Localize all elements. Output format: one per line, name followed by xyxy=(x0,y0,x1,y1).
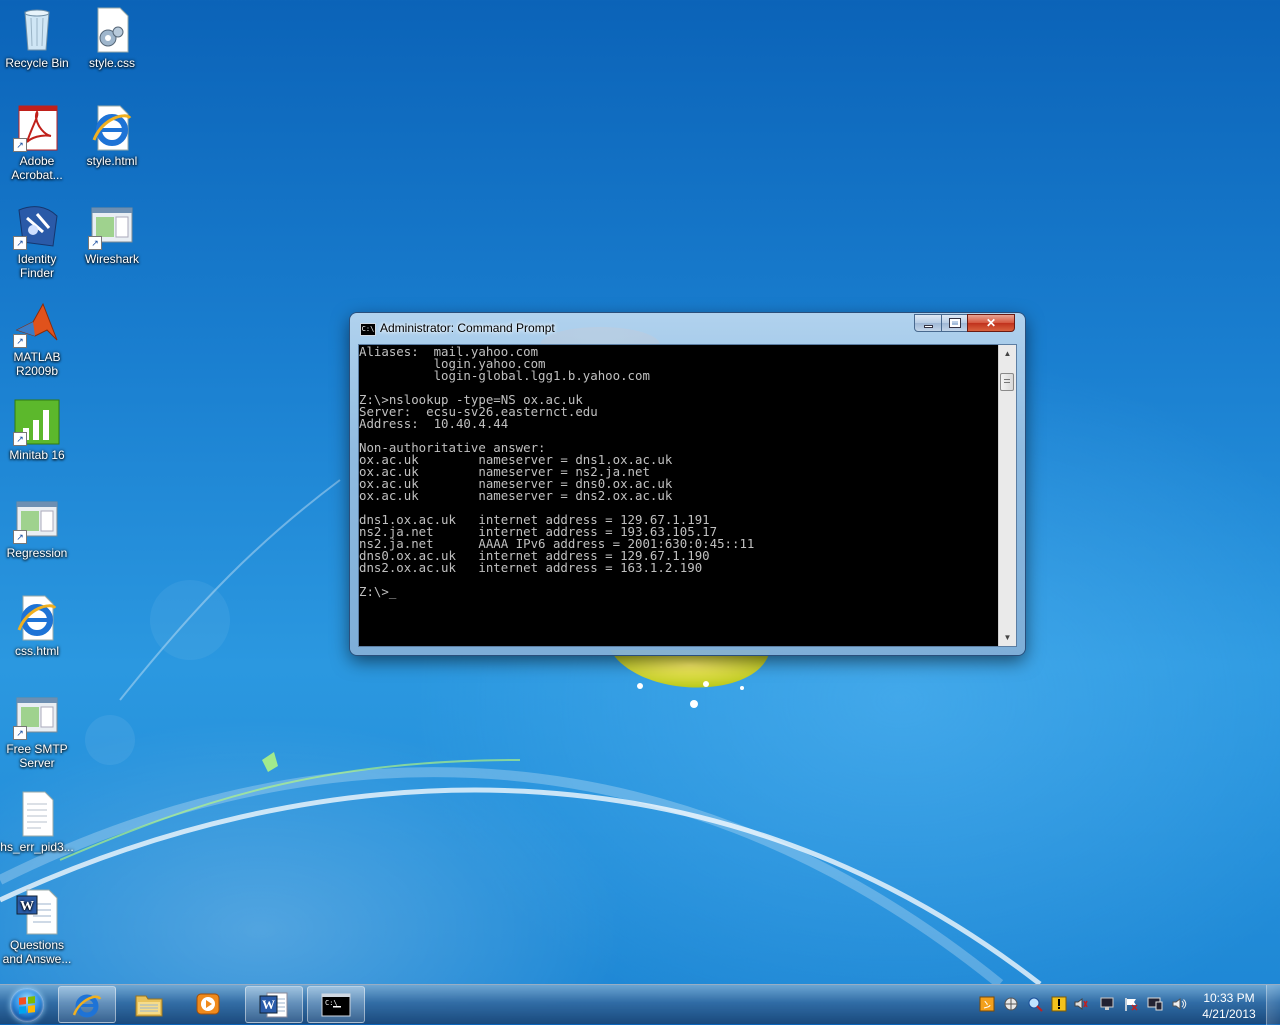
close-button[interactable]: ✕ xyxy=(967,314,1015,332)
desktop-icon-hs-err-pid[interactable]: hs_err_pid3... xyxy=(0,790,75,854)
desktop-icon-minitab[interactable]: ↗ Minitab 16 xyxy=(0,398,75,462)
wireshark-icon: ↗ xyxy=(88,202,136,250)
desktop-icon-label: Wireshark xyxy=(84,252,139,266)
display-icon[interactable] xyxy=(1147,996,1163,1012)
desktop-icon-label: Adobe Acrobat... xyxy=(11,154,63,182)
window-title: Administrator: Command Prompt xyxy=(380,321,555,335)
clock-time: 10:33 PM xyxy=(1203,991,1255,1005)
security-scan-icon[interactable] xyxy=(1027,996,1043,1012)
desktop-icon-regression[interactable]: ↗ Regression xyxy=(0,496,75,560)
svg-text:W: W xyxy=(20,899,34,914)
desktop-icon-label: style.css xyxy=(88,56,135,70)
start-button[interactable] xyxy=(2,985,52,1025)
network-icon[interactable] xyxy=(1099,996,1115,1012)
shortcut-arrow-icon: ↗ xyxy=(13,530,27,544)
desktop-icon-label: Regression xyxy=(6,546,68,560)
desktop-icon-adobe-acrobat[interactable]: ↗ Adobe Acrobat... xyxy=(0,104,75,182)
minitab-icon: ↗ xyxy=(13,398,61,446)
show-desktop-button[interactable] xyxy=(1266,985,1280,1025)
speaker-icon[interactable] xyxy=(1073,996,1089,1012)
ie-file-icon xyxy=(88,104,136,152)
recycle-bin-icon xyxy=(13,6,61,54)
identity-finder-icon: ↗ xyxy=(13,202,61,250)
window-titlebar[interactable]: C:\ Administrator: Command Prompt ✕ xyxy=(350,313,1025,343)
desktop-icon-label: Questions and Answe... xyxy=(2,938,72,966)
adobe-acrobat-icon: ↗ xyxy=(13,104,61,152)
desktop-icon-questions-and-answers[interactable]: W Questions and Answe... xyxy=(0,888,75,966)
cmd-icon-text: C:\ xyxy=(325,999,338,1007)
desktop-icon-label: Recycle Bin xyxy=(5,56,69,70)
desktop-icon-style-html[interactable]: style.html xyxy=(74,104,150,168)
taskbar-windows-explorer[interactable] xyxy=(121,986,179,1023)
command-prompt-icon: C:\ xyxy=(321,993,351,1017)
desktop-icon-recycle-bin[interactable]: Recycle Bin xyxy=(0,6,75,70)
shortcut-arrow-icon: ↗ xyxy=(13,236,27,250)
desktop-icon-free-smtp-server[interactable]: ↗ Free SMTP Server xyxy=(0,692,75,770)
media-player-icon xyxy=(196,993,220,1015)
scrollbar-thumb[interactable] xyxy=(1000,373,1014,391)
console-output[interactable]: Aliases: mail.yahoo.com login.yahoo.com … xyxy=(359,346,999,646)
desktop-icon-label: MATLAB R2009b xyxy=(13,350,61,378)
desktop-icon-label: Identity Finder xyxy=(17,252,57,280)
taskbar-command-prompt[interactable]: C:\ xyxy=(307,986,365,1023)
warning-icon[interactable] xyxy=(1051,996,1067,1012)
shortcut-arrow-icon: ↗ xyxy=(13,432,27,446)
scroll-up-arrow-icon[interactable]: ▲ xyxy=(999,345,1016,362)
minimize-button[interactable] xyxy=(914,314,942,332)
windows-logo-icon xyxy=(10,988,44,1022)
shortcut-arrow-icon: ↗ xyxy=(13,334,27,348)
maximize-icon xyxy=(942,315,967,331)
desktop-icon-label: css.html xyxy=(14,644,59,658)
desktop-icon-wireshark[interactable]: ↗ Wireshark xyxy=(74,202,150,266)
volume-icon[interactable] xyxy=(1171,996,1187,1012)
css-file-icon xyxy=(88,6,136,54)
console-area[interactable]: Aliases: mail.yahoo.com login.yahoo.com … xyxy=(358,344,1017,647)
taskbar-media-player[interactable] xyxy=(180,986,238,1023)
desktop-icon-label: Minitab 16 xyxy=(9,448,65,462)
matlab-icon: ↗ xyxy=(13,300,61,348)
vertical-scrollbar[interactable]: ▲ ▼ xyxy=(998,345,1016,646)
maximize-button[interactable] xyxy=(941,314,968,332)
taskbar-microsoft-word[interactable]: W xyxy=(245,986,303,1023)
shortcut-arrow-icon: ↗ xyxy=(13,138,27,152)
shortcut-arrow-icon: ↗ xyxy=(13,726,27,740)
java-icon[interactable] xyxy=(979,996,995,1012)
desktop-icon-label: hs_err_pid3... xyxy=(0,840,74,854)
smtp-server-icon: ↗ xyxy=(13,692,61,740)
word-icon-letter: W xyxy=(262,997,275,1012)
action-center-flag-icon[interactable] xyxy=(1123,996,1139,1012)
word-doc-icon: W xyxy=(13,888,61,936)
desktop-icon-style-css[interactable]: style.css xyxy=(74,6,150,70)
desktop-icon-identity-finder[interactable]: ↗ Identity Finder xyxy=(0,202,75,280)
shortcut-arrow-icon: ↗ xyxy=(88,236,102,250)
regression-icon: ↗ xyxy=(13,496,61,544)
desktop-icon-matlab[interactable]: ↗ MATLAB R2009b xyxy=(0,300,75,378)
ie-file-icon xyxy=(13,594,61,642)
desktop-icon-css-html[interactable]: css.html xyxy=(0,594,75,658)
microsoft-word-icon: W xyxy=(259,992,288,1018)
system-clock[interactable]: 10:33 PM 4/21/2013 xyxy=(1192,990,1266,1022)
scroll-down-arrow-icon[interactable]: ▼ xyxy=(999,629,1016,646)
minimize-icon xyxy=(915,315,941,331)
clock-date: 4/21/2013 xyxy=(1202,1007,1256,1021)
text-file-icon xyxy=(13,790,61,838)
taskbar: W C:\ 10:33 PM 4/21/2013 xyxy=(0,984,1280,1025)
internet-explorer-icon xyxy=(72,994,102,1018)
network-globe-icon[interactable] xyxy=(1003,996,1019,1012)
desktop-icon-label: style.html xyxy=(86,154,138,168)
desktop-icon-label: Free SMTP Server xyxy=(6,742,68,770)
close-icon: ✕ xyxy=(985,316,997,330)
windows-explorer-icon xyxy=(135,995,163,1017)
taskbar-internet-explorer[interactable] xyxy=(58,986,116,1023)
command-prompt-window[interactable]: C:\ Administrator: Command Prompt ✕ Alia… xyxy=(350,313,1025,655)
command-prompt-app-icon[interactable]: C:\ xyxy=(360,323,376,336)
